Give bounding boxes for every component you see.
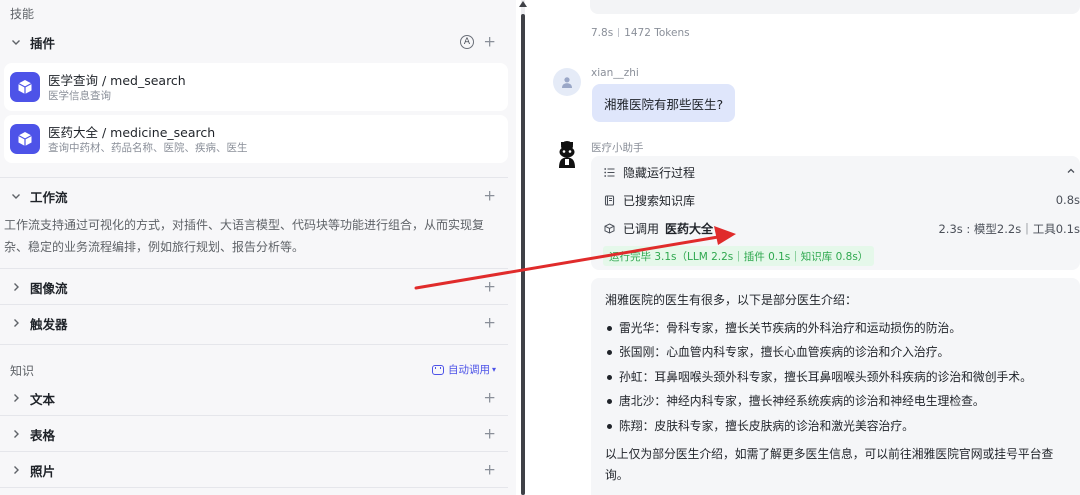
divider (0, 344, 508, 345)
plugins-title: 插件 (30, 35, 56, 51)
user-message-bubble: 湘雅医院有那些医生? (592, 84, 736, 122)
divider (0, 487, 508, 488)
chevron-down-icon[interactable] (10, 36, 22, 48)
knowledge-photo-title: 照片 (30, 463, 56, 479)
list-item: 张国刚：心血管内科专家，擅长心血管疾病的诊治和介入治疗。 (605, 340, 1080, 364)
knowledge-text-title: 文本 (30, 391, 56, 407)
toggle-process-label: 隐藏运行过程 (623, 166, 696, 180)
add-table-button[interactable]: + (483, 426, 496, 442)
knowledge-table-title: 表格 (30, 427, 56, 443)
message-meta: 7.8s 1472 Tokens (591, 27, 690, 39)
imageflow-title: 图像流 (30, 280, 68, 296)
knowledge-table-header[interactable]: 表格 + (0, 419, 508, 449)
chevron-right-icon[interactable] (10, 392, 22, 404)
cube-icon (603, 223, 615, 235)
list-item: 陈翔：皮肤科专家，擅长皮肤病的诊治和激光美容治疗。 (605, 414, 1080, 438)
response-time: 7.8s (591, 27, 614, 39)
chevron-right-icon[interactable] (10, 317, 22, 329)
chevron-right-icon[interactable] (10, 428, 22, 440)
scrollbar-thumb[interactable] (521, 14, 525, 495)
tool-call-step: 已调用 医药大全 (603, 220, 713, 237)
bot-name: 医疗小助手 (591, 142, 644, 154)
knowledge-text-header[interactable]: 文本 + (0, 383, 508, 413)
bot-avatar (559, 141, 575, 168)
bot-config-panel: 技能 插件 A + 医学查询 / med_search 医学信息查询 医药大全 … (0, 0, 516, 495)
plugin-card[interactable]: 医学查询 / med_search 医学信息查询 (4, 63, 508, 111)
cube-icon (10, 124, 40, 154)
skills-section-label: 技能 (10, 7, 35, 21)
divider (0, 304, 508, 305)
toggle-process-button[interactable]: 隐藏运行过程 (603, 164, 695, 181)
chevron-right-icon[interactable] (10, 464, 22, 476)
run-process-panel: 隐藏运行过程 已搜索知识库 0.8s 已调用 医药大全 2.3s : 模型2.2… (591, 156, 1080, 270)
chat-preview-panel: 7.8s 1472 Tokens xian__zhi 湘雅医院有那些医生? 医疗小… (530, 0, 1080, 495)
plugin-desc: 查询中药材、药品名称、医院、疾病、医生 (48, 141, 248, 154)
caret-up-icon[interactable] (1066, 166, 1076, 176)
add-imageflow-button[interactable]: + (483, 279, 496, 295)
add-text-button[interactable]: + (483, 390, 496, 406)
user-avatar (553, 68, 581, 96)
divider (0, 415, 508, 416)
workflow-title: 工作流 (30, 189, 68, 205)
kb-search-time: 0.8s (1055, 193, 1080, 207)
answer-outro: 以上仅为部分医生介绍，如需了解更多医生信息，可以前往湘雅医院官网或挂号平台查询。 (605, 447, 1054, 483)
list-item: 孙虹：耳鼻咽喉头颈外科专家，擅长耳鼻咽喉头颈外科疾病的诊治和微创手术。 (605, 365, 1080, 389)
add-workflow-button[interactable]: + (483, 188, 496, 204)
book-icon (603, 195, 615, 207)
chevron-right-icon[interactable] (10, 281, 22, 293)
auto-call-icon (431, 364, 444, 375)
bot-answer-bubble: 湘雅医院的医生有很多，以下是部分医生介绍： 雷光华：骨科专家，擅长关节疾病的外科… (591, 278, 1080, 495)
add-trigger-button[interactable]: + (483, 315, 496, 331)
kb-search-step: 已搜索知识库 (603, 192, 695, 209)
tool-call-name: 医药大全 (665, 222, 714, 236)
plugins-section-header[interactable]: 插件 A + (0, 27, 508, 57)
meta-separator (618, 28, 620, 37)
kb-search-label: 已搜索知识库 (623, 194, 696, 208)
divider (0, 177, 508, 178)
chevron-down-icon[interactable] (10, 190, 22, 202)
doctor-list: 雷光华：骨科专家，擅长关节疾病的外科治疗和运动损伤的防治。 张国刚：心血管内科专… (605, 316, 1080, 438)
auto-call-dropdown[interactable]: 自动调用 ▾ (431, 362, 496, 377)
previous-message-bubble (590, 0, 1080, 14)
run-complete-badge: 运行完毕 3.1s（LLM 2.2s｜插件 0.1s｜知识库 0.8s） (603, 246, 875, 266)
tool-call-time: 2.3s : 模型2.2s｜工具0.1s (938, 222, 1080, 236)
knowledge-section-label: 知识 (10, 364, 35, 378)
trigger-section-header[interactable]: 触发器 + (0, 308, 508, 338)
plugin-desc: 医学信息查询 (48, 89, 111, 102)
user-name: xian__zhi (591, 67, 639, 79)
caret-down-icon: ▾ (491, 365, 496, 374)
tool-call-label: 已调用 (623, 222, 660, 236)
trigger-title: 触发器 (30, 316, 68, 332)
add-plugin-button[interactable]: + (483, 34, 496, 50)
scrollbar[interactable] (516, 0, 530, 495)
list-item: 雷光华：骨科专家，擅长关节疾病的外科治疗和运动损伤的防治。 (605, 316, 1080, 340)
knowledge-photo-header[interactable]: 照片 + (0, 455, 508, 485)
user-icon (562, 77, 572, 88)
divider (0, 268, 508, 269)
imageflow-section-header[interactable]: 图像流 + (0, 272, 508, 302)
add-photo-button[interactable]: + (483, 462, 496, 478)
list-item: 唐北沙：神经内科专家，擅长神经系统疾病的诊治和神经电生理检查。 (605, 389, 1080, 413)
plugin-name: 医学查询 / med_search (48, 72, 186, 88)
workflow-section-header[interactable]: 工作流 + (0, 181, 508, 211)
plugin-name: 医药大全 / medicine_search (48, 124, 216, 140)
workflow-description: 工作流支持通过可视化的方式，对插件、大语言模型、代码块等功能进行组合，从而实现复… (4, 218, 485, 254)
auto-call-label: 自动调用 (447, 364, 490, 376)
list-icon (603, 167, 615, 179)
scroll-up-arrow-icon[interactable] (519, 1, 527, 7)
plugin-card[interactable]: 医药大全 / medicine_search 查询中药材、药品名称、医院、疾病、… (4, 115, 508, 163)
cube-icon (10, 72, 40, 102)
divider (0, 451, 508, 452)
auto-a-icon[interactable]: A (460, 35, 474, 49)
token-count: 1472 Tokens (624, 27, 690, 39)
answer-intro: 湘雅医院的医生有很多，以下是部分医生介绍： (605, 293, 858, 307)
